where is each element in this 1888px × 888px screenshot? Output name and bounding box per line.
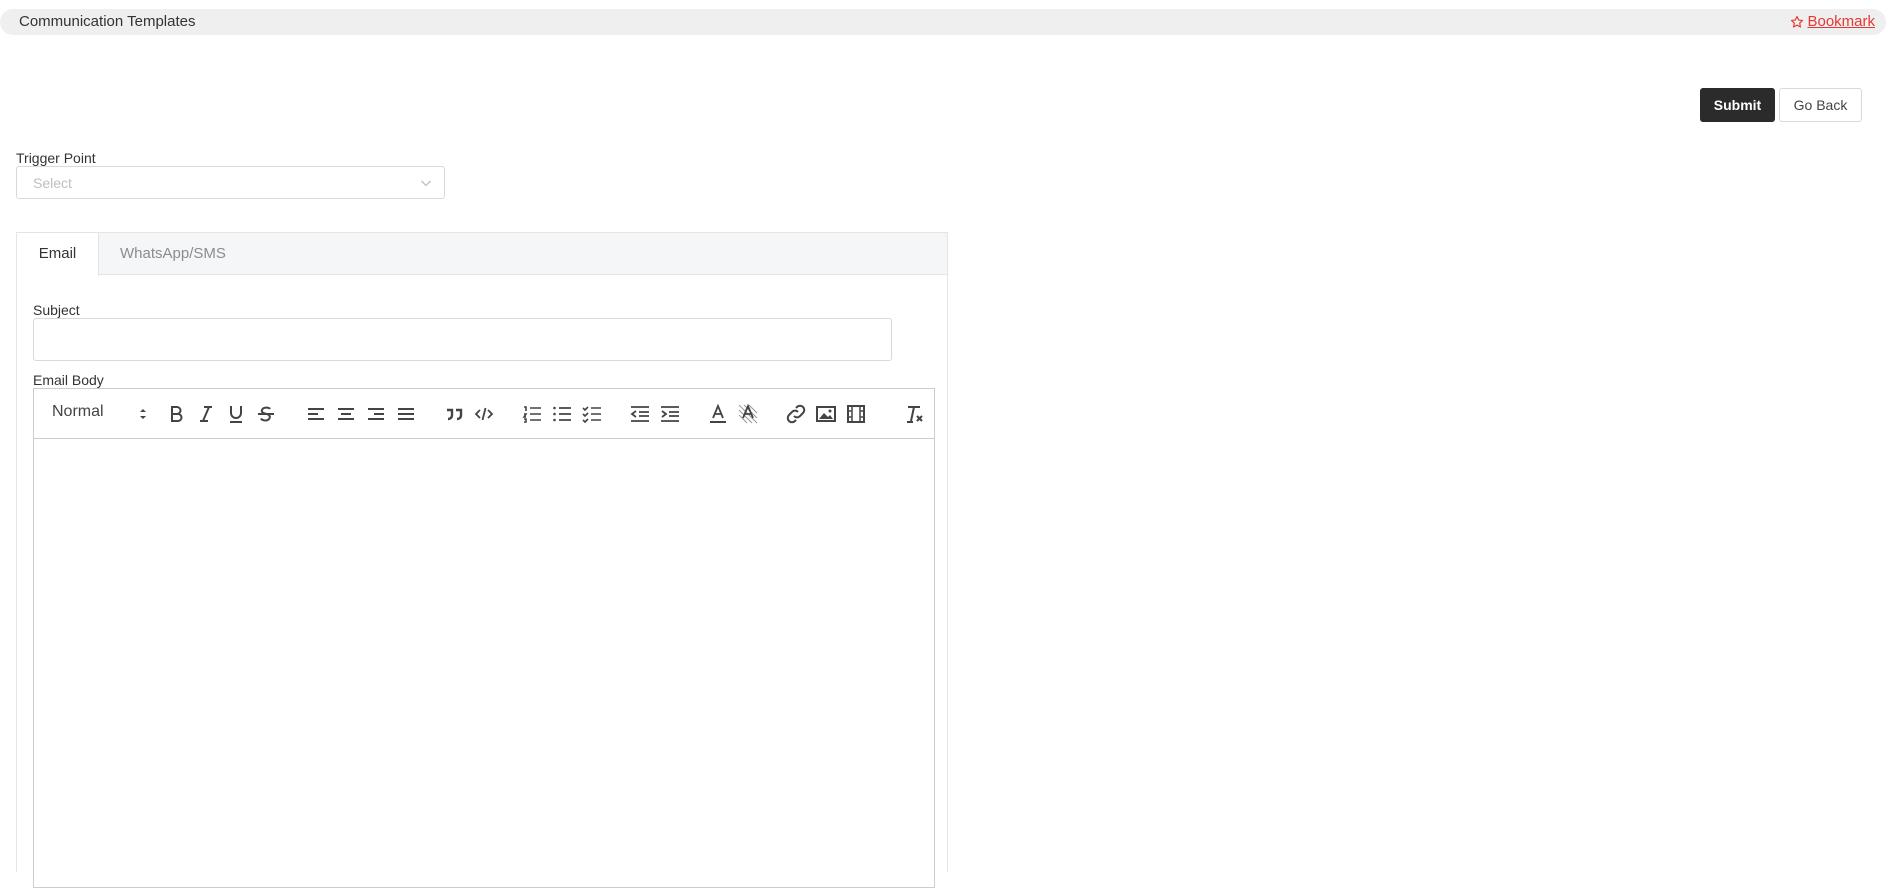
email-body-editor: Normal xyxy=(33,388,935,888)
star-icon xyxy=(1791,15,1804,28)
tab-whatsapp-sms[interactable]: WhatsApp/SMS xyxy=(120,233,226,275)
bold-icon xyxy=(171,406,183,422)
video-icon xyxy=(847,405,865,423)
tab-email[interactable]: Email xyxy=(17,233,99,276)
page-header: Communication Templates Bookmark xyxy=(0,9,1886,35)
trigger-point-placeholder: Select xyxy=(33,175,72,191)
trigger-point-label: Trigger Point xyxy=(16,150,96,166)
strikethrough-button[interactable] xyxy=(254,402,278,426)
blockquote-button[interactable] xyxy=(442,402,466,426)
trigger-point-select[interactable]: Select xyxy=(16,166,445,199)
image-icon xyxy=(816,406,836,422)
code-block-icon xyxy=(474,407,494,421)
tab-strip: Email WhatsApp/SMS xyxy=(17,233,947,276)
ordered-list-icon xyxy=(522,406,541,423)
submit-button[interactable]: Submit xyxy=(1700,88,1775,122)
indent-icon xyxy=(661,406,679,422)
chevron-down-icon xyxy=(421,180,431,187)
outdent-icon xyxy=(630,406,649,422)
email-body-content-area[interactable] xyxy=(34,439,934,887)
bullet-list-button[interactable] xyxy=(550,402,574,426)
bullet-list-icon xyxy=(553,406,571,422)
align-right-button[interactable] xyxy=(364,402,388,426)
strikethrough-icon xyxy=(258,406,274,422)
align-justify-button[interactable] xyxy=(394,402,418,426)
italic-icon xyxy=(200,406,212,422)
text-color-icon xyxy=(710,403,726,423)
template-tabs-panel: Email WhatsApp/SMS Subject Email Body No… xyxy=(16,232,948,888)
ordered-list-button[interactable] xyxy=(520,402,544,426)
link-button[interactable] xyxy=(784,402,808,426)
align-center-button[interactable] xyxy=(334,402,358,426)
bookmark-label: Bookmark xyxy=(1807,13,1875,30)
format-picker-value: Normal xyxy=(52,403,104,420)
subject-label: Subject xyxy=(33,302,80,318)
blockquote-icon xyxy=(447,408,463,421)
italic-button[interactable] xyxy=(194,402,218,426)
checklist-button[interactable] xyxy=(580,402,604,426)
background-color-button[interactable] xyxy=(736,402,760,426)
underline-icon xyxy=(230,406,242,423)
page-title: Communication Templates xyxy=(19,13,196,30)
background-color-icon xyxy=(738,403,758,424)
editor-toolbar: Normal xyxy=(34,389,934,439)
align-center-icon xyxy=(338,408,354,420)
go-back-button[interactable]: Go Back xyxy=(1779,88,1862,122)
text-color-button[interactable] xyxy=(706,402,730,426)
indent-button[interactable] xyxy=(658,402,682,426)
code-block-button[interactable] xyxy=(472,402,496,426)
clear-formatting-icon xyxy=(907,406,923,423)
outdent-button[interactable] xyxy=(628,402,652,426)
underline-button[interactable] xyxy=(224,402,248,426)
video-button[interactable] xyxy=(844,402,868,426)
align-justify-icon xyxy=(398,408,414,420)
email-body-label: Email Body xyxy=(33,372,104,388)
align-right-icon xyxy=(368,408,384,420)
align-left-button[interactable] xyxy=(304,402,328,426)
checklist-icon xyxy=(582,406,601,424)
bookmark-link[interactable]: Bookmark xyxy=(1790,13,1875,31)
clear-formatting-button[interactable] xyxy=(902,402,926,426)
format-picker[interactable]: Normal xyxy=(52,403,148,425)
link-icon xyxy=(786,404,806,424)
image-button[interactable] xyxy=(814,402,838,426)
subject-input[interactable] xyxy=(33,318,892,361)
align-left-icon xyxy=(308,408,324,420)
bold-button[interactable] xyxy=(164,402,188,426)
up-down-arrows-icon xyxy=(140,409,146,419)
